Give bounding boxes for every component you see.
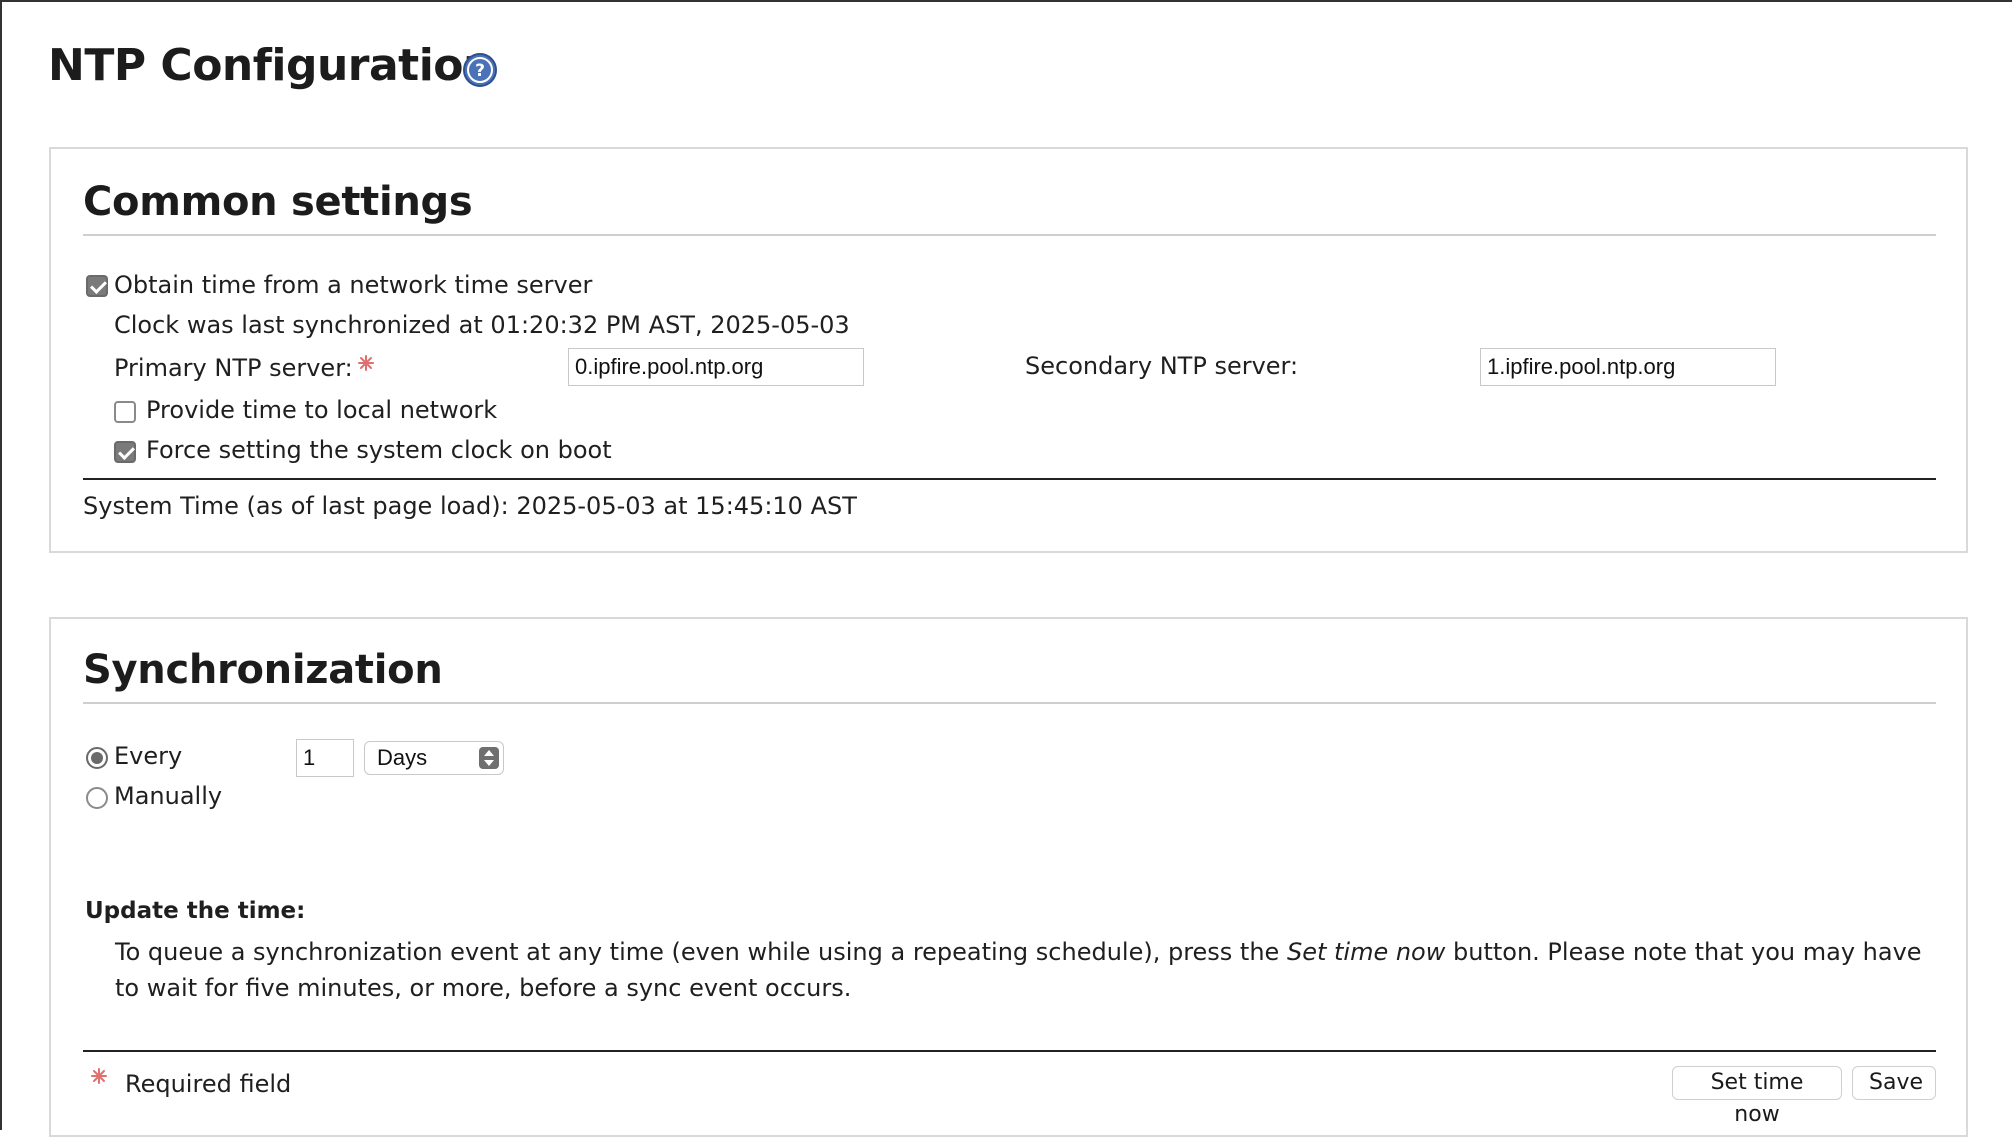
- update-text-before: To queue a synchronization event at any …: [115, 938, 1287, 966]
- section-divider: [83, 478, 1936, 480]
- required-field-label: Required field: [125, 1070, 292, 1098]
- section-divider: [83, 234, 1936, 236]
- set-time-now-button[interactable]: Set time now: [1672, 1066, 1842, 1127]
- force-clock-checkbox[interactable]: [114, 441, 136, 463]
- svg-text:?: ?: [475, 61, 485, 81]
- primary-ntp-server-input[interactable]: 0.ipfire.pool.ntp.org: [568, 348, 864, 386]
- obtain-time-label: Obtain time from a network time server: [114, 271, 593, 299]
- interval-value-input[interactable]: 1: [296, 739, 354, 777]
- section-divider: [83, 702, 1936, 704]
- common-settings-title: Common settings: [83, 179, 473, 225]
- window-left-border: [0, 0, 2, 1130]
- page-title: NTP Configuration: [48, 40, 494, 91]
- manually-label: Manually: [114, 782, 223, 810]
- required-asterisk-icon: [91, 1068, 107, 1084]
- system-time-text: System Time (as of last page load): 2025…: [83, 492, 857, 520]
- update-text-emphasis: Set time now: [1286, 938, 1446, 966]
- obtain-time-checkbox[interactable]: [86, 275, 108, 297]
- section-divider: [83, 1050, 1936, 1052]
- select-arrows-icon: [479, 747, 499, 769]
- common-settings-panel: Common settings Obtain time from a netwo…: [49, 147, 1968, 553]
- synchronization-panel: Synchronization Every 1 Days Manually Up…: [49, 617, 1968, 1137]
- primary-ntp-server-label: Primary NTP server:: [114, 354, 353, 382]
- last-sync-text: Clock was last synchronized at 01:20:32 …: [114, 311, 850, 339]
- every-label: Every: [114, 742, 183, 770]
- window-top-border: [0, 0, 2012, 2]
- synchronization-title: Synchronization: [83, 647, 443, 693]
- interval-unit-value: Days: [377, 745, 428, 770]
- help-icon[interactable]: ?: [462, 52, 498, 88]
- provide-time-checkbox[interactable]: [114, 401, 136, 423]
- update-time-description: To queue a synchronization event at any …: [115, 934, 1935, 1006]
- secondary-ntp-server-input[interactable]: 1.ipfire.pool.ntp.org: [1480, 348, 1776, 386]
- provide-time-label: Provide time to local network: [146, 396, 498, 424]
- force-clock-label: Force setting the system clock on boot: [146, 436, 612, 464]
- save-button[interactable]: Save: [1852, 1066, 1936, 1100]
- required-asterisk-icon: [358, 355, 374, 371]
- every-radio[interactable]: [86, 747, 108, 769]
- manually-radio[interactable]: [86, 787, 108, 809]
- interval-unit-select[interactable]: Days: [364, 741, 504, 775]
- update-time-heading: Update the time:: [85, 898, 306, 924]
- secondary-ntp-server-label: Secondary NTP server:: [1025, 352, 1299, 380]
